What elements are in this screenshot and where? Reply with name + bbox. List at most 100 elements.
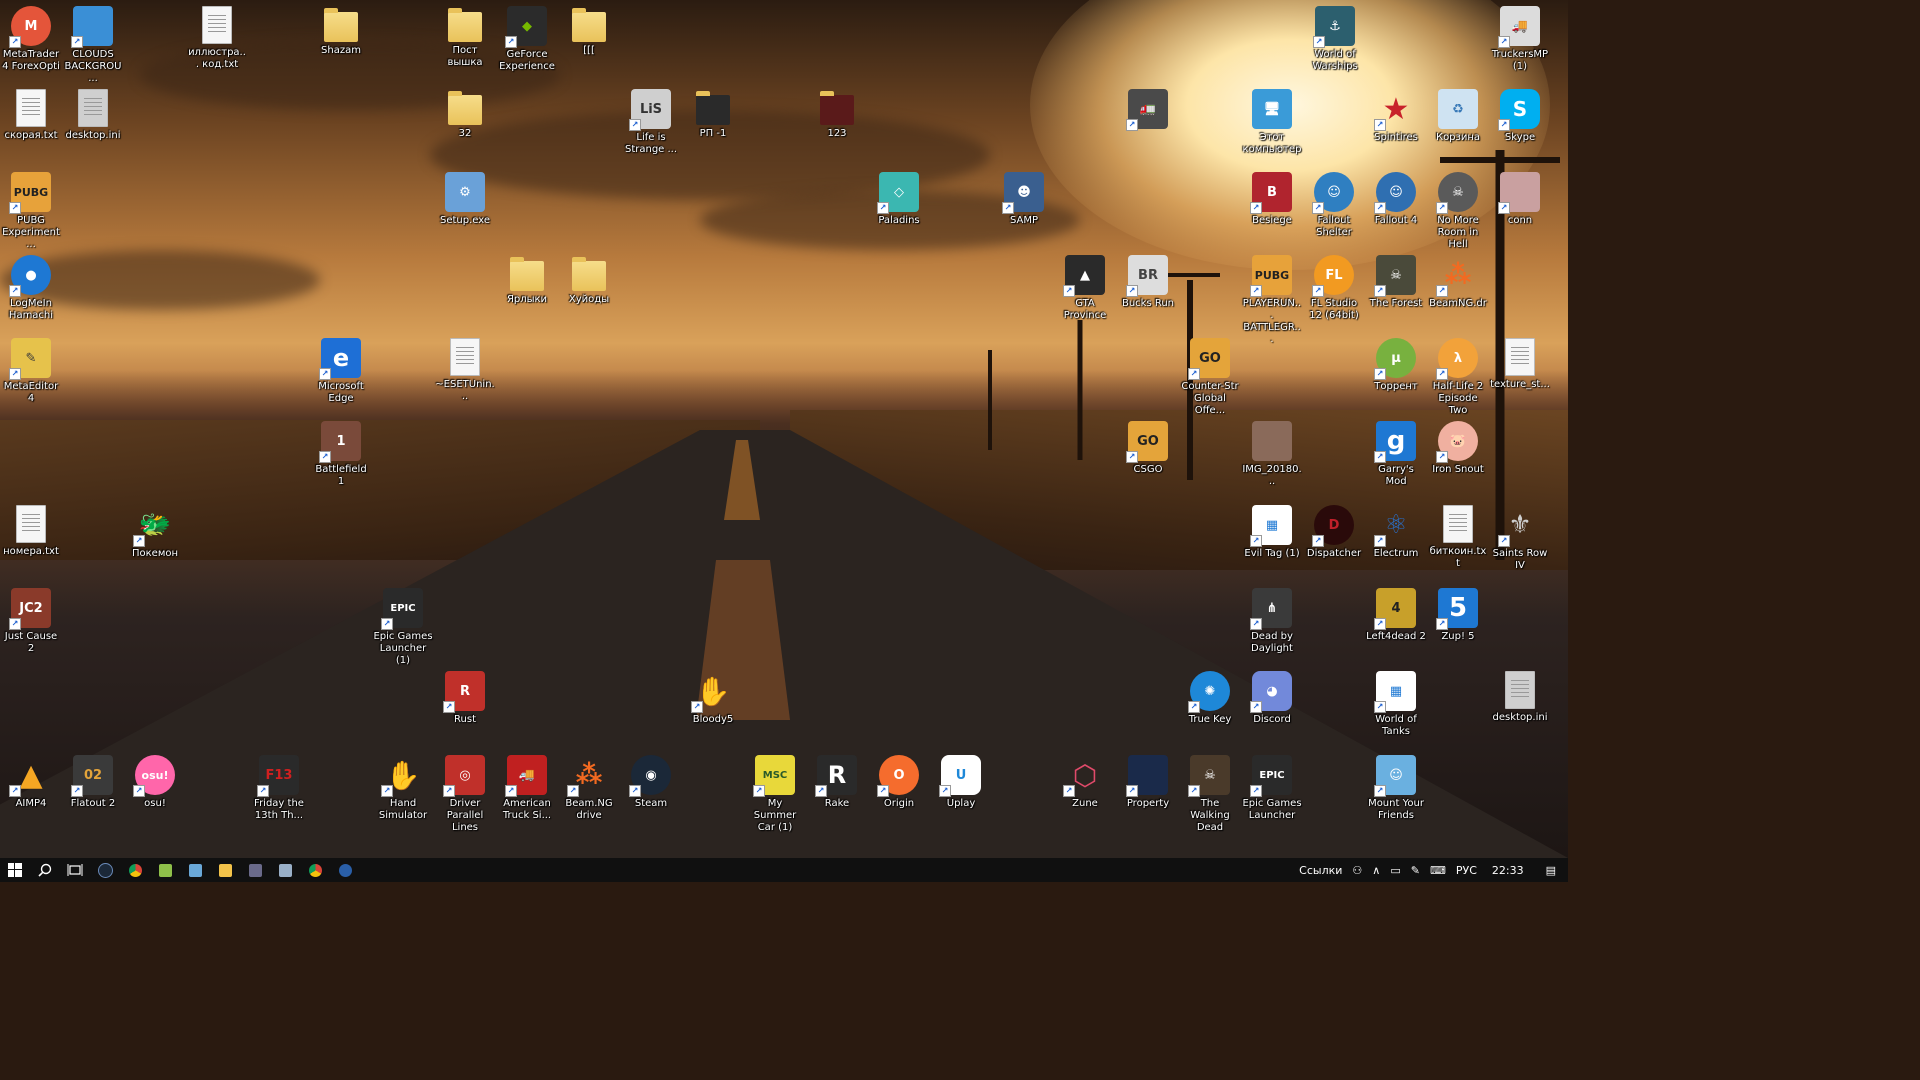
desktop-icon-my-summer-car[interactable]: MSCMy Summer Car (1) xyxy=(745,755,805,834)
desktop-icon-desktop-ini-2[interactable]: desktop.ini xyxy=(1490,671,1550,724)
desktop-icon-clouds[interactable]: CLOUDS BACKGROU... xyxy=(63,6,123,85)
desktop-icon-mount-your-friends[interactable]: ☺Mount Your Friends xyxy=(1366,755,1426,822)
desktop-icon-folder-123[interactable]: 123 xyxy=(807,89,867,140)
desktop-icon-torrent[interactable]: µТоррент xyxy=(1366,338,1426,393)
desktop-icon-paladins[interactable]: ◇Paladins xyxy=(869,172,929,227)
desktop-icon-left4dead[interactable]: 4Left4dead 2 xyxy=(1366,588,1426,643)
desktop-icon-osu[interactable]: osu!osu! xyxy=(125,755,185,810)
taskbar-app-gallery[interactable] xyxy=(270,858,300,882)
desktop-icon-yarlyki[interactable]: Ярлыки xyxy=(497,255,557,306)
desktop-icon-folder-32[interactable]: 32 xyxy=(435,89,495,140)
desktop-icon-nomera-txt[interactable]: номера.txt xyxy=(1,505,61,558)
desktop-icon-texture[interactable]: texture_st... xyxy=(1490,338,1550,391)
desktop-icon-samp[interactable]: ☻SAMP xyxy=(994,172,1054,227)
desktop-icon-pubg[interactable]: PUBGPLAYERUN... BATTLEGR... xyxy=(1242,255,1302,346)
language-indicator[interactable]: РУС xyxy=(1451,864,1482,877)
desktop-icon-geforce[interactable]: ◆GeForce Experience xyxy=(497,6,557,73)
links-toolbar[interactable]: Ссылки xyxy=(1294,864,1347,877)
desktop-icon-rust[interactable]: RRust xyxy=(435,671,495,726)
desktop-icon-epic-games[interactable]: EPICEpic Games Launcher xyxy=(1242,755,1302,822)
taskbar-app-steam-2[interactable] xyxy=(330,858,360,882)
desktop-icon-world-of-tanks[interactable]: ▦World of Tanks xyxy=(1366,671,1426,738)
desktop-icon-electrum[interactable]: ⚛Electrum xyxy=(1366,505,1426,560)
desktop-icon-just-cause[interactable]: JC2Just Cause 2 xyxy=(1,588,61,655)
desktop-icon-folder-khuyody[interactable]: Хуйоды xyxy=(559,255,619,306)
desktop-icon-true-key[interactable]: ✺True Key xyxy=(1180,671,1240,726)
desktop-icon-life-is-strange[interactable]: LiSLife is Strange ... xyxy=(621,89,681,156)
desktop-icon-illustration-txt[interactable]: иллюстра... код.txt xyxy=(187,6,247,71)
desktop-icon-hand-simulator[interactable]: ✋Hand Simulator xyxy=(373,755,433,822)
desktop-icon-friday-13th[interactable]: F13Friday the 13th Th... xyxy=(249,755,309,822)
task-view-button[interactable] xyxy=(60,858,90,882)
desktop-icon-pubg-experimental[interactable]: PUBGPUBG Experiment... xyxy=(1,172,61,251)
desktop-icon-recycle-bin[interactable]: ♻ Корзина xyxy=(1428,89,1488,144)
desktop-icon-csgo-global[interactable]: GOCounter-Str Global Offe... xyxy=(1180,338,1240,417)
desktop-icon-uplay[interactable]: UUplay xyxy=(931,755,991,810)
desktop-icon-shazam[interactable]: Shazam xyxy=(311,6,371,57)
desktop-icon-truckersmp[interactable]: 🚚TruckersMP (1) xyxy=(1490,6,1550,73)
desktop-icon-dead-by-daylight[interactable]: ⋔Dead by Daylight xyxy=(1242,588,1302,655)
desktop-icon-brackets-folder[interactable]: [[[ xyxy=(559,6,619,57)
desktop-icon-walking-dead[interactable]: ☠The Walking Dead xyxy=(1180,755,1240,834)
desktop-icon-skype[interactable]: SSkype xyxy=(1490,89,1550,144)
desktop-icon-metatrader[interactable]: MMetaTrader 4 ForexOpti xyxy=(1,6,61,73)
taskbar-app-explorer[interactable] xyxy=(210,858,240,882)
desktop-icon-bloody5[interactable]: ✋Bloody5 xyxy=(683,671,743,726)
desktop-icon-hamachi[interactable]: ●LogMeIn Hamachi xyxy=(1,255,61,322)
desktop-icon-esetunin[interactable]: ~ESETUnin... xyxy=(435,338,495,403)
desktop-icon-this-pc[interactable]: 🖥 Этот компьютер xyxy=(1242,89,1302,156)
desktop-icon-pokemon[interactable]: 🐲Покемон xyxy=(125,505,185,560)
desktop-icon-zup5[interactable]: 5Zup! 5 xyxy=(1428,588,1488,643)
desktop-icon-epic-games-1[interactable]: EPICEpic Games Launcher (1) xyxy=(373,588,433,667)
desktop-icon-csgo[interactable]: GOCSGO xyxy=(1118,421,1178,476)
desktop-icon-bitcoin-txt[interactable]: биткоин.txt xyxy=(1428,505,1488,570)
desktop-icon-dispatcher[interactable]: DDispatcher xyxy=(1304,505,1364,560)
desktop-icon-steam[interactable]: ◉Steam xyxy=(621,755,681,810)
desktop-icon-beamng-dr[interactable]: ⁂BeamNG.dr xyxy=(1428,255,1488,310)
keyboard-icon[interactable]: ⌨ xyxy=(1425,864,1451,877)
desktop-icon-saints-row[interactable]: ⚜Saints Row IV xyxy=(1490,505,1550,572)
desktop-icon-aimp[interactable]: ▲AIMP4 xyxy=(1,755,61,810)
desktop-icon-origin[interactable]: OOrigin xyxy=(869,755,929,810)
desktop-icon-rp1[interactable]: РП -1 xyxy=(683,89,743,140)
desktop-icon-garrys-mod[interactable]: gGarry's Mod xyxy=(1366,421,1426,488)
action-center-icon[interactable]: ▤ xyxy=(1534,864,1568,877)
desktop-icon-besiege[interactable]: BBesiege xyxy=(1242,172,1302,227)
desktop-icon-microsoft-edge[interactable]: eMicrosoft Edge xyxy=(311,338,371,405)
desktop-icon-bucks-run[interactable]: BRBucks Run xyxy=(1118,255,1178,310)
pen-icon[interactable]: ✎ xyxy=(1406,864,1425,877)
desktop-icon-desktop-ini[interactable]: desktop.ini xyxy=(63,89,123,142)
desktop-icon-setup-exe[interactable]: ⚙ Setup.exe xyxy=(435,172,495,227)
desktop-icon-driver-parallel-lines[interactable]: ◎Driver Parallel Lines xyxy=(435,755,495,834)
search-button[interactable] xyxy=(30,858,60,882)
desktop-icon-gta-province[interactable]: ▲GTA Province xyxy=(1055,255,1115,322)
start-button[interactable] xyxy=(0,858,30,882)
desktop-icon-zune[interactable]: ⬡Zune xyxy=(1055,755,1115,810)
network-icon[interactable]: ▭ xyxy=(1385,864,1405,877)
desktop-icon-fl-studio[interactable]: FLFL Studio 12 (64bit) xyxy=(1304,255,1364,322)
desktop-icon-world-of-warships[interactable]: ⚓World of Warships xyxy=(1305,6,1365,73)
taskbar-app-notes[interactable] xyxy=(180,858,210,882)
desktop-icon-rake[interactable]: RRake xyxy=(807,755,867,810)
desktop-icon-iron-snout[interactable]: 🐷Iron Snout xyxy=(1428,421,1488,476)
desktop-icon-post-vyshka[interactable]: Пост вышка xyxy=(435,6,495,69)
desktop-icon-metaeditor[interactable]: ✎MetaEditor 4 xyxy=(1,338,61,405)
desktop-icon-conn[interactable]: conn xyxy=(1490,172,1550,227)
desktop-icon-img[interactable]: IMG_20180... xyxy=(1242,421,1302,488)
people-icon[interactable]: ⚇ xyxy=(1347,864,1367,877)
desktop-icon-battlefield1[interactable]: 1Battlefield 1 xyxy=(311,421,371,488)
desktop-icon-fallout-shelter[interactable]: ☺Fallout Shelter xyxy=(1304,172,1364,239)
desktop-icon-euro-truck[interactable]: 🚛 xyxy=(1118,89,1178,132)
desktop-icon-flatout[interactable]: 02Flatout 2 xyxy=(63,755,123,810)
taskbar-app-terminal[interactable] xyxy=(240,858,270,882)
taskbar-app-steam[interactable] xyxy=(90,858,120,882)
chevron-up-icon[interactable]: ∧ xyxy=(1367,864,1385,877)
taskbar-app-chrome[interactable] xyxy=(120,858,150,882)
desktop-icon-nmrih[interactable]: ☠No More Room in Hell xyxy=(1428,172,1488,251)
desktop-icon-discord[interactable]: ◕Discord xyxy=(1242,671,1302,726)
desktop-icon-spintires[interactable]: ★Spintires xyxy=(1366,89,1426,144)
desktop-icon-beamng-drive[interactable]: ⁂Beam.NG drive xyxy=(559,755,619,822)
desktop-icon-the-forest[interactable]: ☠The Forest xyxy=(1366,255,1426,310)
taskbar-app-notepad-plus[interactable] xyxy=(150,858,180,882)
desktop-icon-property[interactable]: Property xyxy=(1118,755,1178,810)
